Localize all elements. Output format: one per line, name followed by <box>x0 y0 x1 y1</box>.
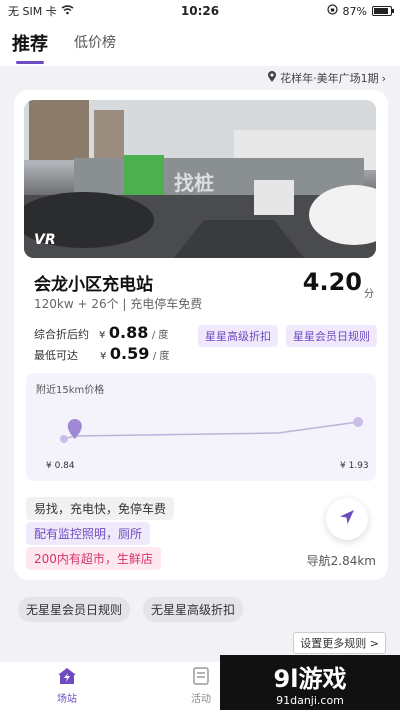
station-price-unit: 分 <box>364 289 374 300</box>
lowest-price-row: 最低可达 ¥ 0.59 / 度 <box>34 344 169 363</box>
battery-icon <box>372 6 394 16</box>
station-photo[interactable]: 找桩 VR <box>24 100 376 258</box>
feature-tag-facilities: 配有监控照明，厕所 <box>26 522 151 545</box>
rule-chip-discount[interactable]: 无星星高级折扣 <box>143 597 244 622</box>
home-bolt-icon <box>57 667 77 688</box>
station-specs: 120kw + 26个 | 充电停车免费 <box>34 297 203 311</box>
price-point-max <box>353 417 363 427</box>
lowest-label: 最低可达 <box>34 349 78 362</box>
battery-percent: 87% <box>342 4 367 18</box>
more-rules-button[interactable]: 设置更多规则 > <box>293 632 386 654</box>
navigation-distance[interactable]: 导航2.84km <box>307 552 376 569</box>
feature-tag-convenience: 易找，充电快，免停车费 <box>26 497 175 520</box>
lowest-currency: ¥ <box>100 351 107 362</box>
watermark-url: 91danji.com <box>276 693 344 707</box>
nearby-price-chart: 附近15km价格 ¥ 0.84 ¥ 1.93 <box>26 373 376 481</box>
tag-star-member-day[interactable]: 星星会员日规则 <box>286 325 377 347</box>
watermark: 9l游戏 91danji.com <box>220 655 400 710</box>
tab-low-price[interactable]: 低价榜 <box>74 32 116 66</box>
tab-recommend[interactable]: 推荐 <box>12 30 48 66</box>
price-range-line <box>63 421 359 440</box>
location-label: 花样年·美年广场1期 <box>280 72 379 85</box>
station-price: 4.20 <box>302 268 362 296</box>
receipt-icon <box>193 667 209 688</box>
nav-item-activity-label: 活动 <box>191 694 211 705</box>
discount-price-row: 综合折后约 ¥ 0.88 / 度 <box>34 323 168 342</box>
price-point-min <box>60 435 68 443</box>
station-card[interactable]: 找桩 VR 会龙小区充电站 4.20 分 120kw + 26个 | 充电停车免… <box>14 90 388 580</box>
top-tabs: 推荐 低价榜 <box>0 22 400 66</box>
discount-unit: / 度 <box>151 330 169 341</box>
svg-text:找桩: 找桩 <box>174 171 214 195</box>
rotation-lock-icon <box>326 4 338 18</box>
lowest-value: 0.59 <box>109 344 150 363</box>
chevron-right-icon: › <box>381 71 386 85</box>
discount-currency: ¥ <box>99 330 106 341</box>
watermark-logo: 9l游戏 <box>273 664 347 693</box>
feature-tag-nearby: 200内有超市，生鲜店 <box>26 547 161 570</box>
rule-chip-member-day[interactable]: 无星星会员日规则 <box>18 597 131 622</box>
navigation-arrow-icon <box>338 508 356 530</box>
location-pin-icon <box>267 70 277 86</box>
price-chart-plot <box>60 417 363 443</box>
tick-label-max: ¥ 1.93 <box>340 461 369 471</box>
clock: 10:26 <box>180 4 220 18</box>
location-selector[interactable]: 花样年·美年广场1期 › <box>267 70 386 86</box>
wifi-icon <box>61 4 74 18</box>
status-bar: 无 SIM 卡 10:26 87% <box>0 0 400 22</box>
discount-label: 综合折后约 <box>34 328 89 341</box>
tag-star-discount[interactable]: 星星高级折扣 <box>198 325 278 347</box>
navigate-button[interactable] <box>326 498 368 540</box>
lowest-unit: / 度 <box>152 351 170 362</box>
station-name: 会龙小区充电站 <box>34 275 153 295</box>
station-photo-illustration: 找桩 <box>24 100 376 258</box>
nav-item-stations[interactable]: 场站 <box>0 662 134 710</box>
nav-item-stations-label: 场站 <box>57 694 77 705</box>
carrier-label: 无 SIM 卡 <box>8 5 57 18</box>
vr-badge[interactable]: VR <box>34 232 56 248</box>
discount-value: 0.88 <box>108 323 149 342</box>
tick-label-min: ¥ 0.84 <box>46 461 75 471</box>
